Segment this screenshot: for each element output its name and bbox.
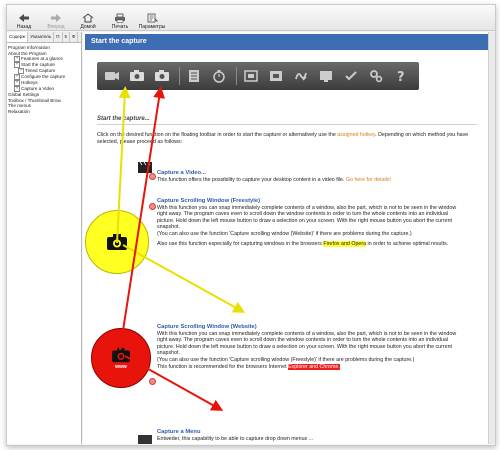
entry-extra-b: in order to achieve optimal results. bbox=[366, 240, 449, 247]
arrow-left-icon bbox=[19, 14, 29, 22]
tree-item-label: Relaxation bbox=[8, 108, 30, 114]
entry-body: This function offers the possibility to … bbox=[157, 176, 346, 183]
tab-4[interactable]: 5 bbox=[63, 32, 71, 42]
back-label: Назад bbox=[16, 24, 32, 30]
forward-label: Вперед bbox=[47, 24, 65, 30]
menu-icon bbox=[138, 435, 152, 444]
forward-button[interactable]: Вперед bbox=[41, 6, 71, 30]
tab-search[interactable]: П bbox=[54, 32, 63, 42]
entry-extra-a: This function is recommended for the bro… bbox=[157, 363, 289, 370]
entry-title[interactable]: Capture a Video... bbox=[157, 170, 457, 177]
toolbar-separator bbox=[179, 67, 180, 85]
timer-icon bbox=[208, 65, 230, 87]
settings-gear-icon bbox=[365, 65, 387, 87]
checkmark-icon bbox=[340, 65, 362, 87]
fullscreen-capture-icon bbox=[315, 65, 337, 87]
hotkey-link[interactable]: assigned hotkey bbox=[337, 132, 375, 138]
intro-text-a: Click on the desired function on the flo… bbox=[97, 132, 338, 138]
help-question-icon: ? bbox=[390, 65, 412, 87]
entry-body: Entweder, this capability to be able to … bbox=[157, 435, 314, 442]
tree-item-label: Configure the capture bbox=[21, 74, 66, 80]
print-label: Печать bbox=[111, 24, 129, 30]
entry-capture-video: Capture a Video... This function offers … bbox=[157, 170, 457, 183]
entry-title[interactable]: Capture a Menu bbox=[157, 429, 457, 436]
options-label: Параметры bbox=[138, 24, 166, 30]
tree-item-label: Features at a glance bbox=[21, 56, 63, 62]
window-capture-icon bbox=[240, 65, 262, 87]
tree-item-label: Hotkeys bbox=[21, 80, 38, 86]
callout-label: www bbox=[115, 363, 127, 370]
tree-item-label: Timed Capture bbox=[25, 68, 56, 74]
freehand-capture-icon bbox=[290, 65, 312, 87]
help-sidebar: Содерж Указатель П 5 Ф Program Informati… bbox=[7, 32, 82, 444]
video-camera-icon bbox=[101, 65, 123, 87]
camera-website-icon bbox=[151, 65, 173, 87]
tree-item-relaxation[interactable]: Relaxation bbox=[8, 109, 80, 115]
arrow-right-icon bbox=[51, 14, 61, 22]
entry-bullet bbox=[149, 203, 156, 210]
red-callout: www bbox=[91, 328, 151, 388]
help-content: Start the capture ? Start the capture...… bbox=[83, 32, 495, 444]
sidebar-tabs: Содерж Указатель П 5 Ф bbox=[7, 32, 81, 43]
tab-contents[interactable]: Содерж bbox=[7, 32, 29, 42]
tree-item-label: Start the capture bbox=[21, 62, 55, 68]
region-capture-icon bbox=[265, 65, 287, 87]
entry-title[interactable]: Capture Scrolling Window (Website) bbox=[157, 324, 457, 331]
entry-body: With this function you can snap immediat… bbox=[157, 330, 457, 357]
back-button[interactable]: Назад bbox=[9, 6, 39, 30]
entry-extra-a: Also use this function especially for ca… bbox=[157, 240, 324, 247]
browser-highlight: Explorer and Chrome. bbox=[288, 363, 340, 370]
page-title: Start the capture bbox=[85, 34, 493, 50]
entry-extra: Also use this function especially for ca… bbox=[157, 240, 457, 248]
entry-note: (You can also use the function 'Capture … bbox=[157, 356, 415, 363]
svg-text:?: ? bbox=[397, 70, 405, 83]
entry-body: With this function you can snap immediat… bbox=[157, 204, 457, 231]
contents-tree: Program Information About the Program ? F… bbox=[7, 43, 81, 117]
entry-capture-menu: Capture a Menu Entweder, this capability… bbox=[157, 429, 457, 442]
home-label: Домой bbox=[80, 24, 96, 30]
home-button[interactable]: Домой bbox=[73, 6, 103, 30]
options-icon bbox=[147, 13, 158, 23]
home-icon bbox=[82, 13, 94, 23]
entry-scroll-website: Capture Scrolling Window (Website) With … bbox=[157, 324, 457, 370]
tree-item-label: Capture a Video bbox=[21, 86, 55, 92]
details-link[interactable]: Go here for details! bbox=[346, 177, 391, 183]
help-window: Назад Вперед Домой Печать Параметры Соде… bbox=[6, 4, 496, 446]
section-heading: Start the capture... bbox=[97, 116, 477, 125]
intro-paragraph: Click on the desired function on the flo… bbox=[97, 132, 477, 146]
camera-icon bbox=[107, 234, 127, 250]
entry-extra: This function is recommended for the bro… bbox=[157, 363, 457, 371]
options-button[interactable]: Параметры bbox=[137, 6, 167, 30]
floating-capture-toolbar: ? bbox=[97, 62, 419, 90]
tab-index[interactable]: Указатель bbox=[28, 32, 55, 42]
video-clapper-icon bbox=[138, 161, 152, 173]
browser-highlight: Firefox and Opera bbox=[323, 240, 367, 247]
yellow-callout bbox=[85, 210, 149, 274]
entry-bullet bbox=[149, 378, 156, 385]
menu-capture-icon bbox=[183, 65, 205, 87]
tab-5[interactable]: Ф bbox=[70, 32, 79, 42]
printer-icon bbox=[115, 13, 125, 23]
camera-freestyle-icon bbox=[126, 65, 148, 87]
vertical-scrollbar[interactable] bbox=[488, 32, 495, 444]
print-button[interactable]: Печать bbox=[105, 6, 135, 30]
camera-icon bbox=[112, 347, 130, 362]
entry-scroll-freestyle: Capture Scrolling Window (Freestyle) Wit… bbox=[157, 198, 457, 247]
entry-note: (You can also use the function 'Capture … bbox=[157, 230, 412, 237]
entry-bullet bbox=[149, 173, 156, 180]
entry-title[interactable]: Capture Scrolling Window (Freestyle) bbox=[157, 198, 457, 205]
help-toolbar: Назад Вперед Домой Печать Параметры bbox=[7, 5, 495, 31]
toolbar-separator bbox=[236, 67, 237, 85]
